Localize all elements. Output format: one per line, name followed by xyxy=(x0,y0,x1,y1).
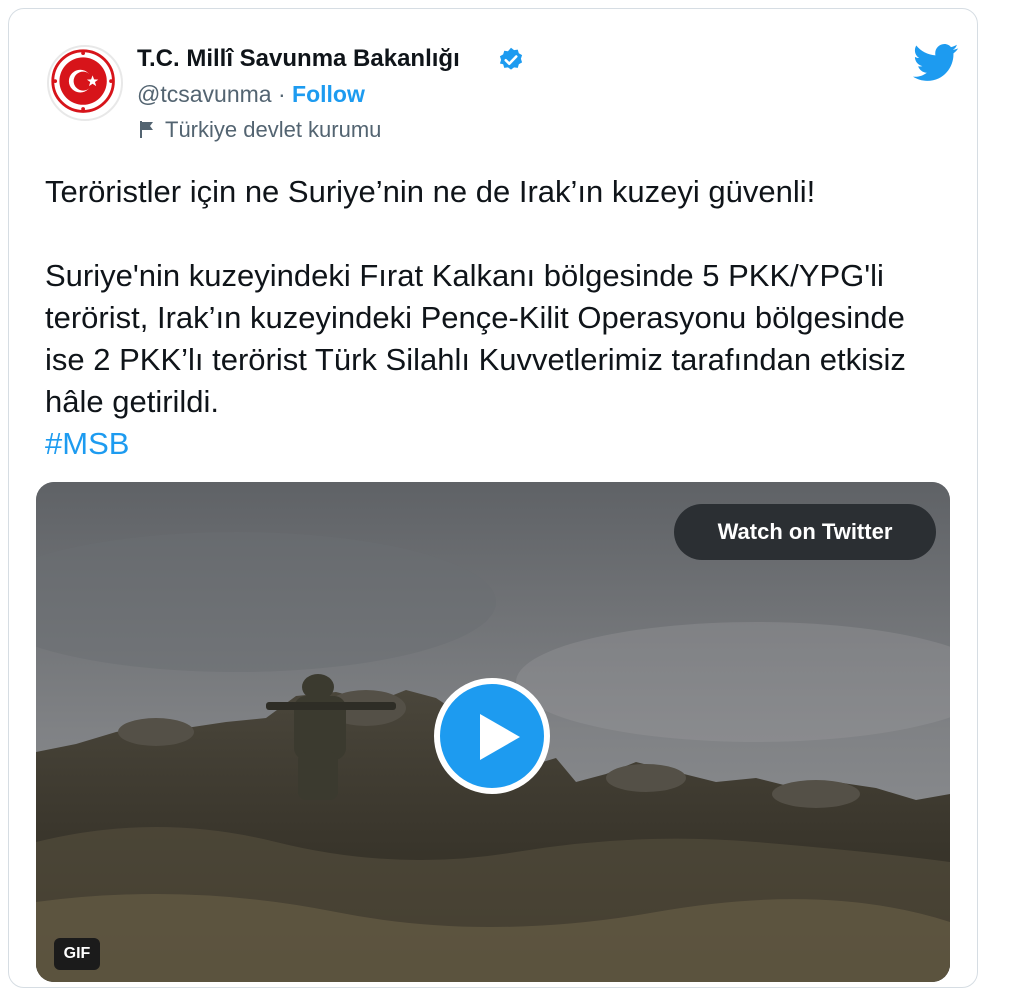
hashtag-link[interactable]: #MSB xyxy=(45,426,129,461)
tweet-text-headline: Teröristler için ne Suriye’nin ne de Ira… xyxy=(45,174,816,209)
avatar[interactable] xyxy=(47,45,123,121)
tweet-text-body: Suriye'nin kuzeyindeki Fırat Kalkanı böl… xyxy=(45,258,906,419)
verified-badge-icon xyxy=(499,47,523,70)
emblem-icon xyxy=(51,49,115,113)
tweet-body: Teröristler için ne Suriye’nin ne de Ira… xyxy=(45,171,945,465)
handle-separator: · xyxy=(271,81,293,107)
play-button[interactable] xyxy=(434,678,550,794)
author-name[interactable]: T.C. Millî Savunma Bakanlığı xyxy=(137,45,460,73)
watch-on-twitter-button[interactable]: Watch on Twitter xyxy=(674,504,936,560)
gif-badge: GIF xyxy=(54,938,100,970)
account-label-text: Türkiye devlet kurumu xyxy=(165,117,382,142)
video-player[interactable]: Watch on Twitter GIF xyxy=(36,482,950,982)
author-handle[interactable]: @tcsavunma xyxy=(137,81,272,107)
account-label: Türkiye devlet kurumu xyxy=(137,117,381,143)
handle-row: @tcsavunma · Follow xyxy=(137,81,365,108)
follow-button[interactable]: Follow xyxy=(292,81,365,107)
twitter-bird-icon[interactable] xyxy=(913,43,959,83)
play-icon xyxy=(480,714,520,760)
flag-icon xyxy=(140,121,153,138)
